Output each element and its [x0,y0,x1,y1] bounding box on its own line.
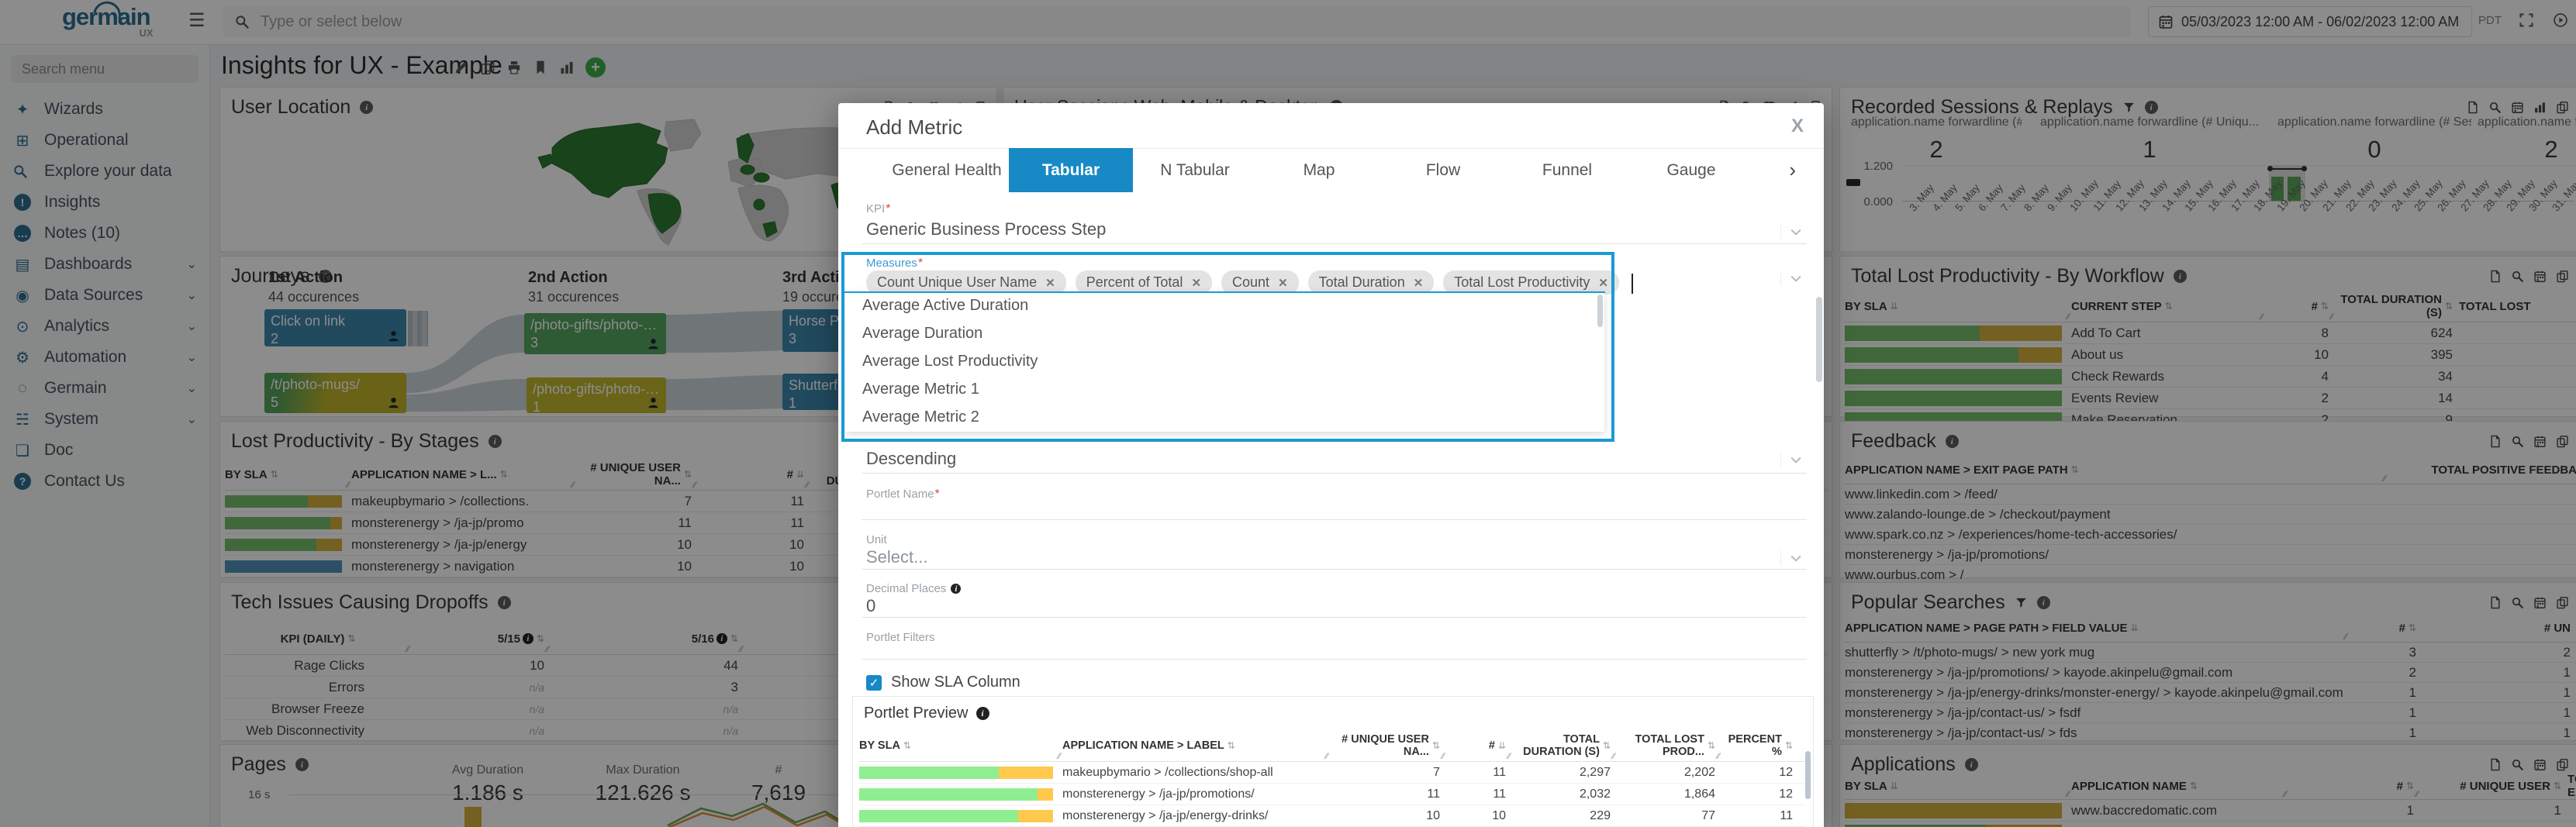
table-row[interactable]: monsterenergy > /ja-jp/promotions/ 11 11… [859,784,1805,805]
sort-field-value[interactable]: Descending [866,449,956,469]
tab-funnel[interactable]: Funnel [1505,148,1629,192]
tab-map[interactable]: Map [1257,148,1381,192]
portlet-filters-label: Portlet Filters [866,631,935,644]
table-header-row: BY SLA ⇅ ∕∕ APPLICATION NAME > LABEL ⇅ ∕∕ # … [859,730,1805,762]
sla-bar [859,766,1053,779]
sla-bar [859,809,1053,822]
column-header[interactable]: TOTAL DURATION (S)⇅∕∕ [1512,730,1617,761]
preview-scrollbar[interactable] [1805,751,1811,799]
duration-value: 2,297 [1579,765,1611,779]
application-label: monsterenergy > /ja-jp/promotions/ [1062,787,1255,801]
dropdown-option[interactable]: Average Active Duration [845,291,1604,319]
chevron-down-icon[interactable] [1780,270,1804,286]
modal-tabs: General Health Tabular N Tabular Map Flo… [885,148,1796,192]
column-header[interactable]: APPLICATION NAME > LABEL ⇅ ∕∕ [1062,730,1330,761]
portlet-name-input[interactable] [862,519,1807,520]
chevron-down-icon[interactable] [1780,452,1804,467]
application-label: monsterenergy > /ja-jp/energy-drinks/ [1062,808,1269,822]
decimal-places-label: Decimal Places i [866,582,962,595]
kpi-field-value[interactable]: Generic Business Process Step [866,219,1106,239]
modal-header: Add Metric X [838,103,1824,149]
percent-value: 12 [1779,765,1793,779]
duration-value: 2,032 [1579,787,1611,801]
close-icon[interactable]: X [1791,115,1804,137]
chip-label: Percent of Total [1086,274,1183,290]
unit-label: Unit [866,533,887,546]
portlet-filters-input[interactable] [862,659,1807,660]
chip-remove-icon[interactable]: ✕ [1045,276,1055,290]
tab-tabular[interactable]: Tabular [1009,148,1133,192]
sla-bar [859,787,1053,801]
field-underline [862,243,1807,244]
portlet-preview: Portlet Preview i BY SLA ⇅ ∕∕ APPLICATION … [852,696,1814,827]
preview-title: Portlet Preview [864,705,969,722]
percent-value: 12 [1779,787,1793,801]
chip-remove-icon[interactable]: ✕ [1598,276,1608,290]
chevron-down-icon[interactable] [1780,224,1804,239]
lost-productivity-value: 1,864 [1683,787,1715,801]
show-sla-checkbox[interactable]: ✓ [866,674,882,691]
duration-value: 229 [1590,808,1611,822]
chip-remove-icon[interactable]: ✕ [1191,276,1201,290]
column-header[interactable]: # UNIQUE USER NA... ⇅ ∕∕ [1330,730,1446,761]
tabs-more-arrow-icon[interactable]: › [1789,148,1796,192]
measures-dropdown: Average Active Duration Average Duration A… [845,291,1604,432]
table-row[interactable]: makeupbymario > /collections/shop-all 7 … [859,762,1805,784]
dropdown-option[interactable]: Average Duration [845,319,1604,347]
count-value: 10 [1492,808,1506,822]
chip-remove-icon[interactable]: ✕ [1414,276,1424,290]
modal-scrollbar[interactable] [1816,297,1822,382]
dropdown-option[interactable]: Average Metric 2 [845,403,1604,431]
lost-productivity-value: 77 [1701,808,1715,822]
tab-n-tabular[interactable]: N Tabular [1133,148,1257,192]
column-header[interactable]: BY SLA ⇅ ∕∕ [859,730,1062,761]
add-metric-modal: Add Metric X General Health Tabular N Ta… [838,103,1824,827]
show-sla-label: Show SLA Column [891,674,1020,691]
tab-general-health[interactable]: General Health [885,148,1009,192]
modal-title: Add Metric [866,115,963,139]
focus-divider [844,291,1605,293]
text-cursor [1631,273,1633,294]
tab-gauge[interactable]: Gauge [1629,148,1753,192]
chip-label: Total Lost Productivity [1454,274,1590,290]
chip-remove-icon[interactable]: ✕ [1278,276,1288,290]
column-header[interactable]: TOTAL LOST PROD... ⇅ ∕∕ [1617,730,1721,761]
application-root: germain UX ☰ 05/03/2023 12:00 AM - 06/02… [0,0,2576,827]
dropdown-scrollbar[interactable] [1597,295,1603,327]
measures-field-label: Measures* [866,257,924,270]
application-label: makeupbymario > /collections/shop-all [1062,765,1273,779]
percent-value: 11 [1780,808,1793,822]
unique-users-value: 11 [1427,787,1440,801]
table-row[interactable]: monsterenergy > /ja-jp/energy-drinks/ 10… [859,805,1805,827]
dropdown-option[interactable]: Average Lost Productivity [845,347,1604,375]
dropdown-option[interactable]: Average Metric 1 [845,375,1604,403]
decimal-places-value[interactable]: 0 [866,596,875,616]
unique-users-value: 10 [1426,808,1440,822]
count-value: 11 [1493,765,1506,779]
column-header[interactable]: # ⇊ ∕∕ [1446,730,1512,761]
count-value: 11 [1493,787,1506,801]
chip-label: Count Unique User Name [877,274,1038,290]
kpi-field-label: KPI* [866,202,891,215]
chip-label: Count [1232,274,1270,290]
field-underline [862,473,1807,474]
unique-users-value: 7 [1433,765,1440,779]
chip-label: Total Duration [1318,274,1405,290]
lost-productivity-value: 2,202 [1683,765,1715,779]
column-header[interactable]: PERCENT % ⇅ [1721,730,1799,761]
field-underline [862,617,1807,618]
info-icon[interactable]: i [975,707,989,720]
field-underline [862,569,1807,570]
chevron-down-icon[interactable] [1780,550,1804,566]
portlet-name-label: Portlet Name* [866,488,940,501]
tab-flow[interactable]: Flow [1381,148,1505,192]
unit-select-placeholder[interactable]: Select... [866,547,927,567]
